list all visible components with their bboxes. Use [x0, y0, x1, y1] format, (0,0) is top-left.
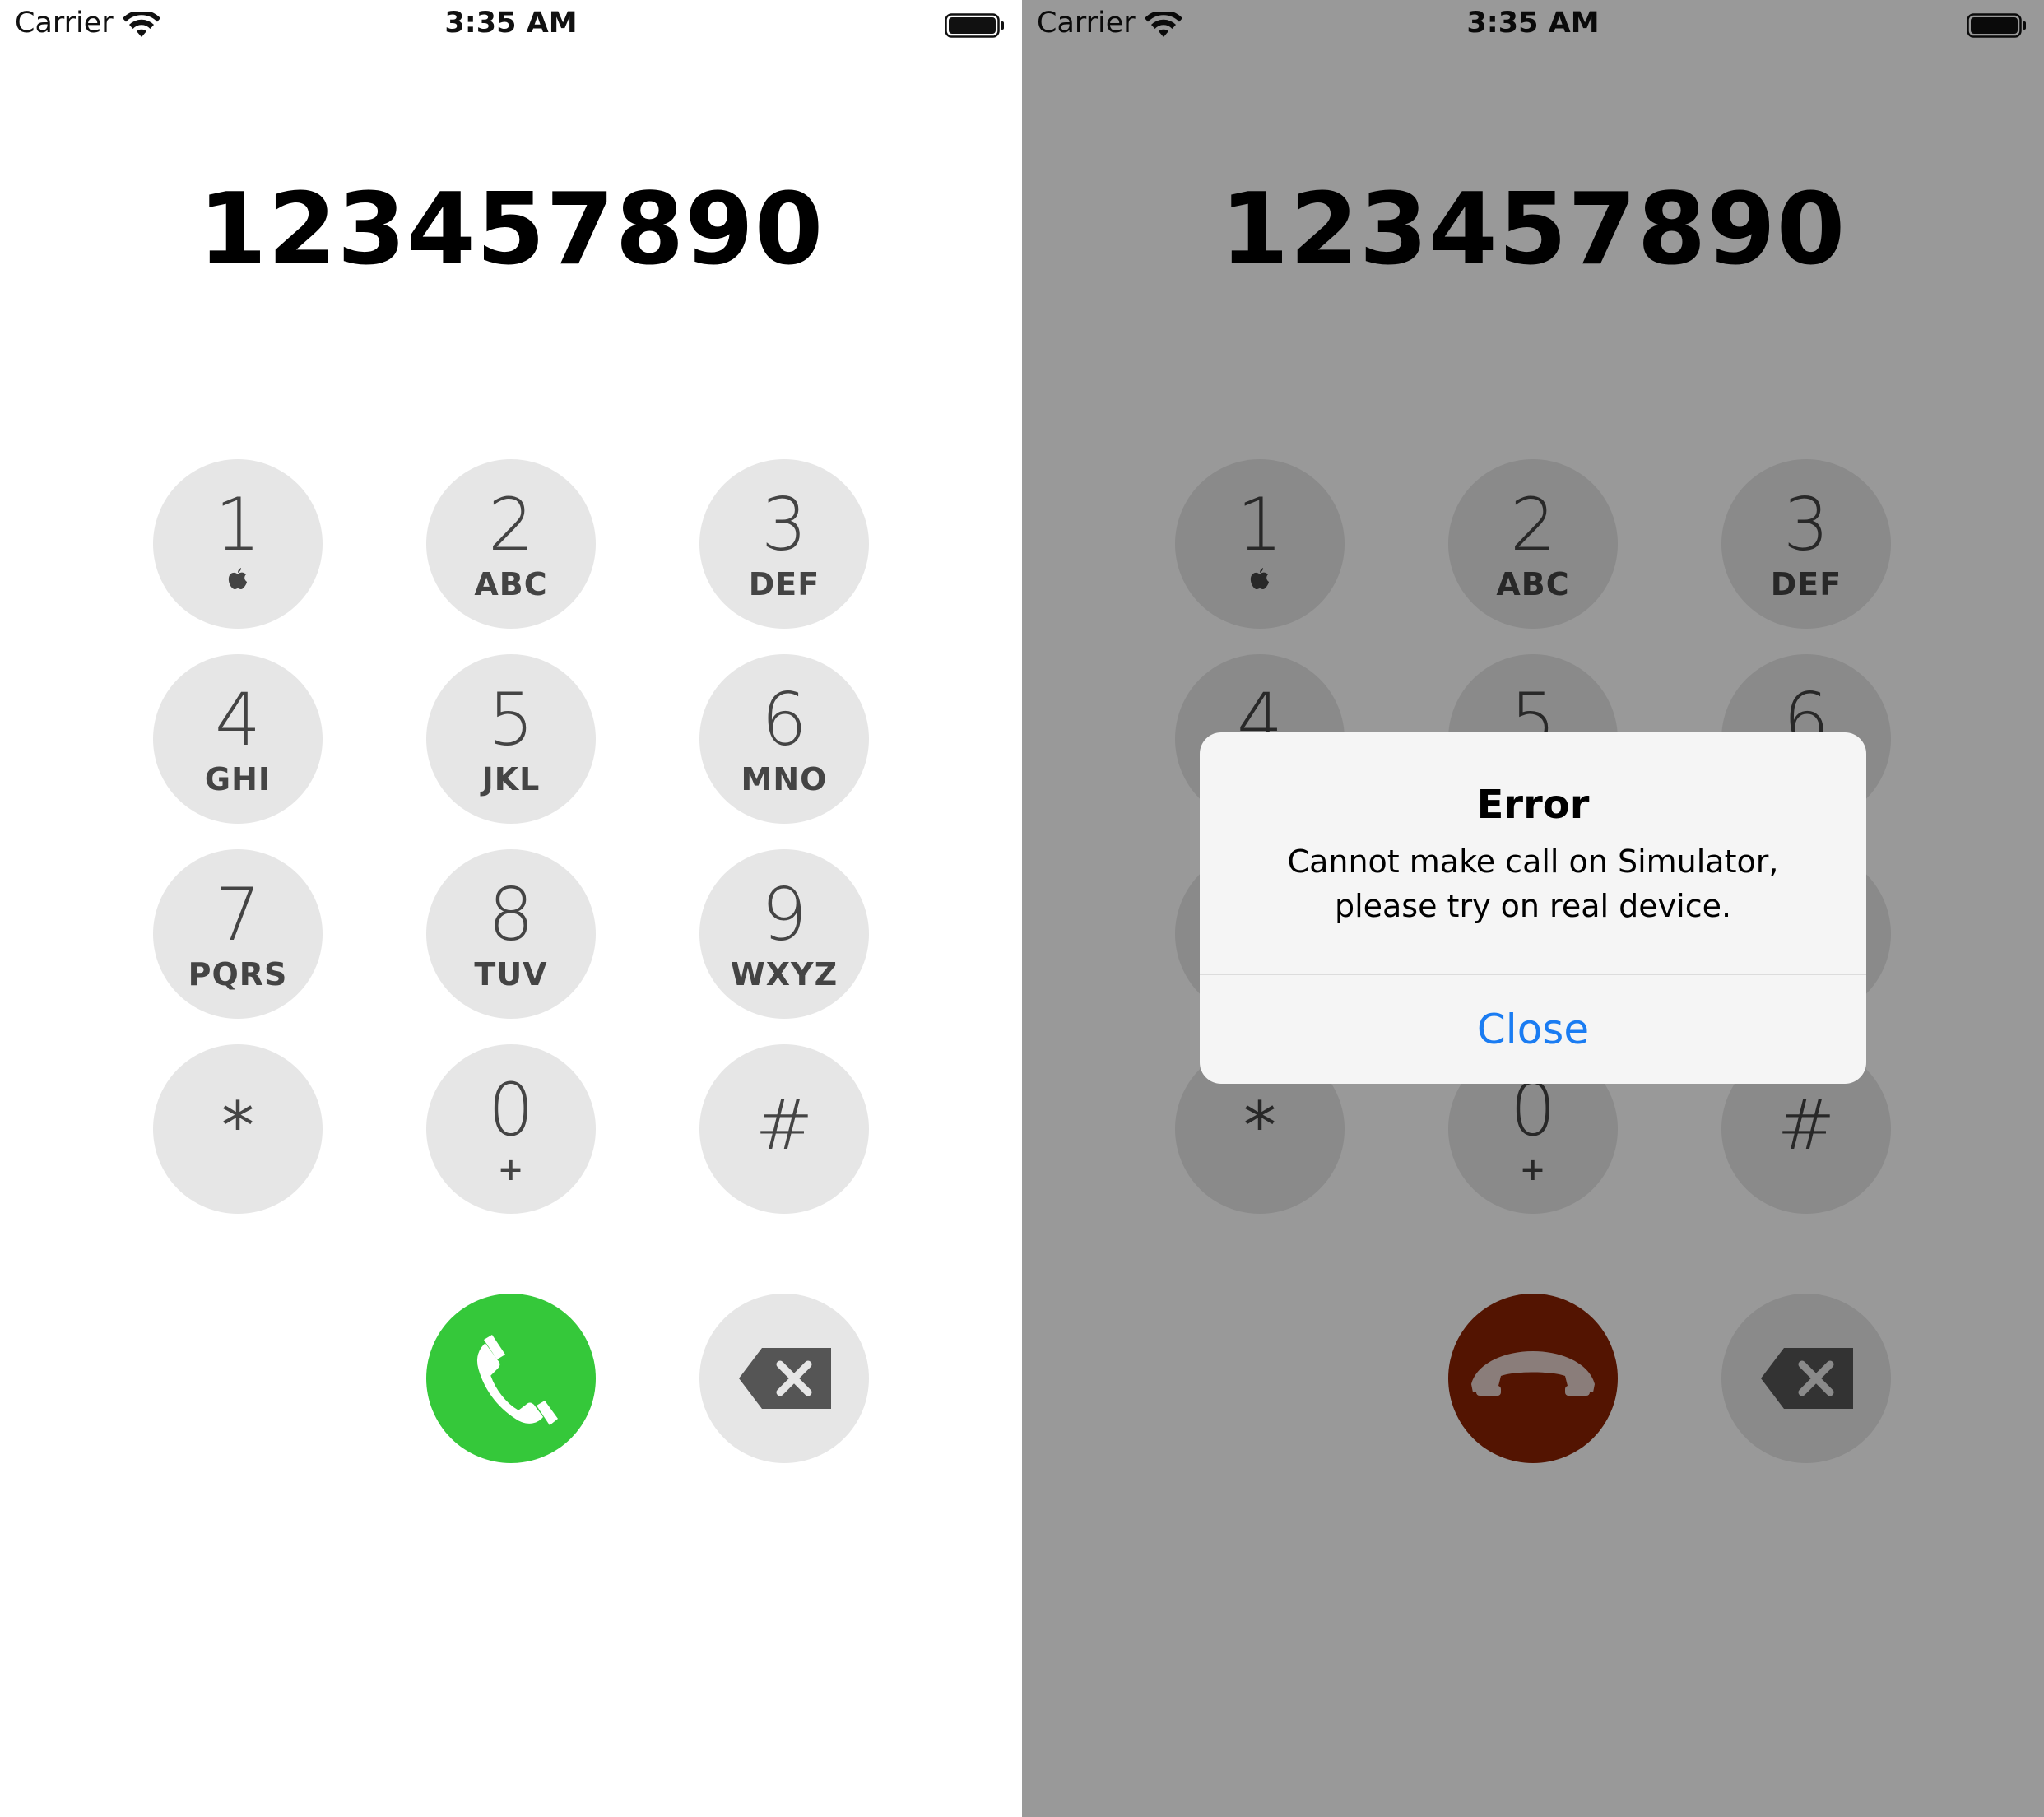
key-digit: 4: [215, 677, 261, 762]
key-letters: ABC: [474, 566, 548, 602]
dialer-screen: Carrier 3:35 AM 123457890 1 2 ABC 3 DEF: [0, 0, 1022, 1817]
key-2[interactable]: 2 ABC: [426, 459, 596, 629]
key-4[interactable]: 4 GHI: [153, 654, 323, 824]
key-0[interactable]: 0 +: [426, 1044, 596, 1214]
key-letters: JKL: [481, 761, 541, 797]
key-letters: DEF: [748, 566, 820, 602]
dialer-screen-alert: Carrier 3:35 AM 123457890 1 2 ABC 3 DEF: [1022, 0, 2044, 1817]
key-1[interactable]: 1: [153, 459, 323, 629]
key-8[interactable]: 8 TUV: [426, 849, 596, 1019]
key-digit: 3: [761, 482, 807, 567]
key-digit: 8: [488, 872, 534, 957]
status-time: 3:35 AM: [444, 7, 578, 40]
key-digit: 2: [488, 482, 534, 567]
key-letters: GHI: [204, 761, 272, 797]
key-digit: 6: [761, 677, 807, 762]
key-letters: PQRS: [188, 956, 288, 992]
key-3[interactable]: 3 DEF: [699, 459, 869, 629]
key-letters: TUV: [474, 956, 548, 992]
dialed-number: 123457890: [197, 173, 825, 287]
delete-button[interactable]: [699, 1294, 869, 1463]
key-digit: 5: [488, 677, 534, 762]
key-7[interactable]: 7 PQRS: [153, 849, 323, 1019]
key-digit: #: [755, 1085, 814, 1165]
key-letters: WXYZ: [730, 956, 839, 992]
key-digit: 0: [488, 1067, 534, 1152]
key-star[interactable]: *: [153, 1044, 323, 1214]
page: Carrier 3:35 AM 123457890 1 2 ABC 3 DEF: [0, 0, 2044, 1817]
key-digit: 9: [761, 872, 807, 957]
phone-icon: [474, 1335, 558, 1426]
key-letters: +: [497, 1151, 525, 1187]
alert-title: Error: [1476, 782, 1590, 828]
alert-message: Cannot make call on Simulator, please tr…: [1287, 843, 1779, 924]
key-5[interactable]: 5 JKL: [426, 654, 596, 824]
key-hash[interactable]: #: [699, 1044, 869, 1214]
key-9[interactable]: 9 WXYZ: [699, 849, 869, 1019]
battery-icon: [945, 13, 1004, 38]
error-alert: Error Cannot make call on Simulator, ple…: [1200, 732, 1866, 1084]
call-button[interactable]: [426, 1294, 596, 1463]
status-bar: Carrier 3:35 AM: [0, 0, 1022, 53]
key-digit: 7: [215, 872, 261, 957]
key-digit: *: [221, 1088, 254, 1164]
close-button[interactable]: Close: [1200, 976, 1866, 1084]
key-6[interactable]: 6 MNO: [699, 654, 869, 824]
apple-logo-icon: [153, 565, 323, 608]
key-digit: 1: [215, 482, 261, 567]
backspace-icon: [739, 1348, 831, 1409]
alert-divider: [1200, 974, 1866, 975]
key-letters: MNO: [741, 761, 828, 797]
